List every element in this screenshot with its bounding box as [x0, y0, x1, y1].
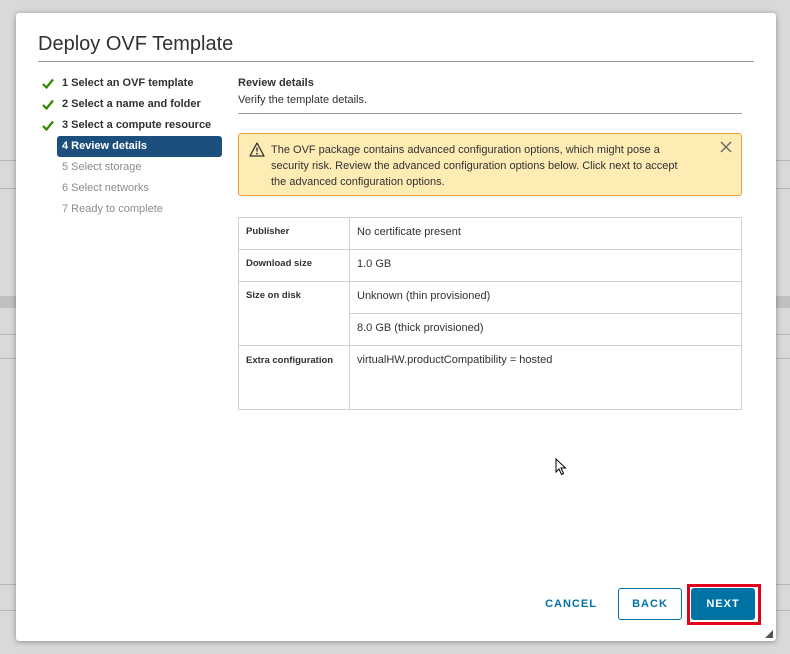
- table-row: Extra configuration virtualHW.productCom…: [238, 345, 742, 410]
- details-table: Publisher No certificate present Downloa…: [238, 217, 742, 410]
- step-select-networks: 6 Select networks: [42, 178, 222, 199]
- table-row: Size on disk Unknown (thin provisioned): [238, 281, 742, 346]
- step-select-name-folder[interactable]: 2 Select a name and folder: [42, 94, 222, 115]
- cancel-button[interactable]: CANCEL: [536, 589, 606, 619]
- step-label: 1 Select an OVF template: [62, 77, 194, 89]
- title-divider: [38, 61, 754, 62]
- step-select-storage: 5 Select storage: [42, 157, 222, 178]
- download-size-label: Download size: [238, 249, 350, 282]
- step-label: 7 Ready to complete: [62, 203, 163, 215]
- alert-message: The OVF package contains advanced config…: [271, 144, 678, 188]
- back-button[interactable]: BACK: [618, 588, 682, 620]
- size-on-disk-label: Size on disk: [238, 281, 350, 346]
- step-label: 4 Review details: [62, 140, 147, 152]
- close-icon[interactable]: [719, 140, 733, 154]
- size-on-disk-thin-value: Unknown (thin provisioned): [349, 281, 742, 314]
- dialog-title: Deploy OVF Template: [38, 33, 234, 55]
- publisher-label: Publisher: [238, 217, 350, 250]
- section-divider: [238, 113, 742, 114]
- wizard-steps: 1 Select an OVF template 2 Select a name…: [42, 73, 222, 220]
- section-subtitle: Verify the template details.: [238, 94, 368, 106]
- check-icon: [42, 99, 54, 110]
- warning-icon: [249, 142, 265, 157]
- step-review-details[interactable]: 4 Review details: [57, 136, 222, 157]
- next-button[interactable]: NEXT: [691, 588, 755, 620]
- resize-handle-icon[interactable]: [765, 630, 773, 638]
- extra-configuration-label: Extra configuration: [238, 345, 350, 410]
- step-label: 6 Select networks: [62, 182, 149, 194]
- publisher-value: No certificate present: [349, 217, 742, 250]
- step-select-compute-resource[interactable]: 3 Select a compute resource: [42, 115, 222, 136]
- table-row: Publisher No certificate present: [238, 217, 742, 250]
- review-details-section: Review details Verify the template detai…: [238, 77, 742, 114]
- step-label: 2 Select a name and folder: [62, 98, 201, 110]
- table-row: Download size 1.0 GB: [238, 249, 742, 282]
- step-label: 3 Select a compute resource: [62, 119, 212, 131]
- size-on-disk-thick-value: 8.0 GB (thick provisioned): [349, 313, 742, 346]
- security-warning-alert: The OVF package contains advanced config…: [238, 133, 742, 196]
- check-icon: [42, 78, 54, 89]
- deploy-ovf-dialog: Deploy OVF Template 1 Select an OVF temp…: [16, 13, 776, 641]
- step-select-ovf-template[interactable]: 1 Select an OVF template: [42, 73, 222, 94]
- download-size-value: 1.0 GB: [349, 249, 742, 282]
- mouse-pointer-icon: [555, 458, 567, 476]
- extra-configuration-value: virtualHW.productCompatibility = hosted: [349, 345, 742, 410]
- section-title: Review details: [238, 77, 314, 89]
- check-icon: [42, 120, 54, 131]
- step-ready-to-complete: 7 Ready to complete: [42, 199, 222, 220]
- step-label: 5 Select storage: [62, 161, 142, 173]
